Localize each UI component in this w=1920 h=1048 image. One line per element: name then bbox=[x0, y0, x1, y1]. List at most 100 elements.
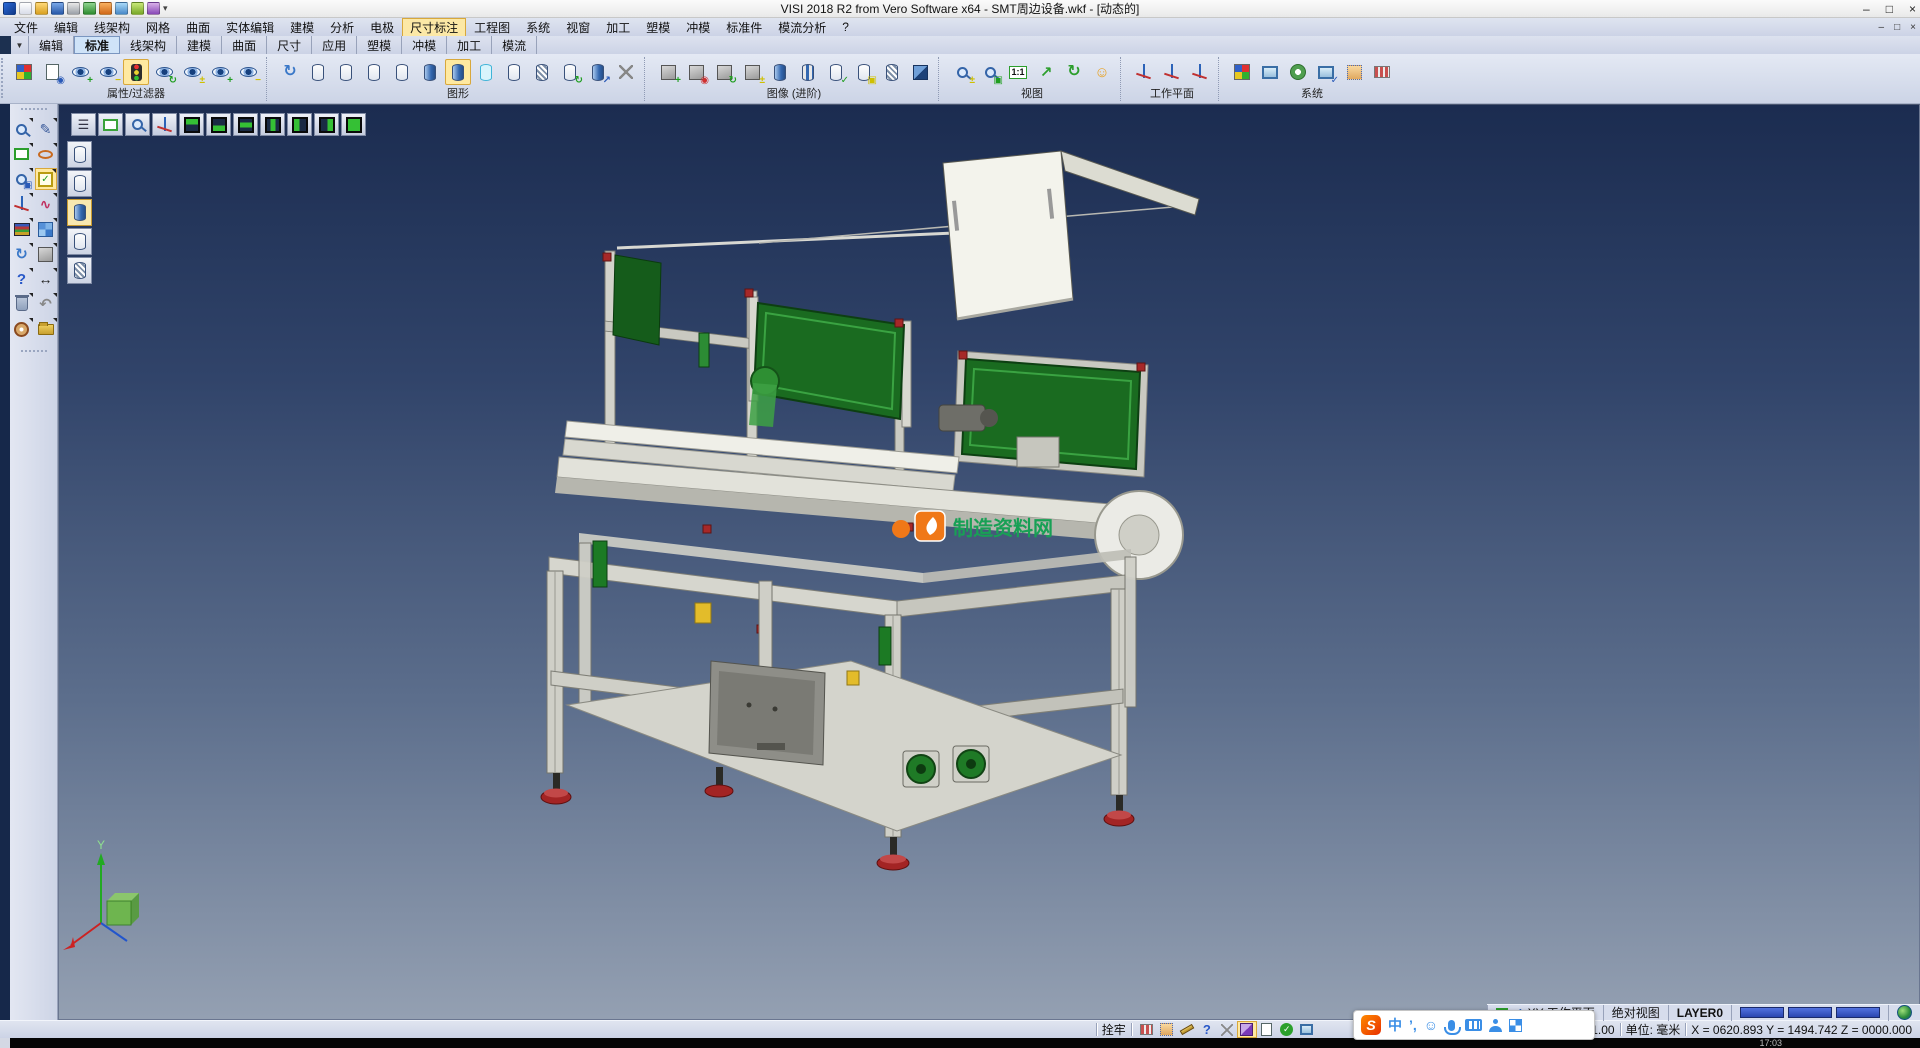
key-icon[interactable] bbox=[1177, 1021, 1197, 1038]
menu-flow-analysis[interactable]: 模流分析 bbox=[770, 18, 834, 37]
show-all-icon[interactable]: + bbox=[207, 59, 233, 85]
zoom-solid-icon[interactable]: ▣ bbox=[11, 168, 33, 190]
menu-file[interactable]: 文件 bbox=[6, 18, 46, 37]
zoom-fit-icon[interactable]: ▣ bbox=[977, 59, 1003, 85]
workplane-axis-icon[interactable] bbox=[11, 193, 33, 215]
sogou-logo-icon[interactable]: S bbox=[1361, 1015, 1381, 1035]
menu-solid-edit[interactable]: 实体编辑 bbox=[218, 18, 282, 37]
plane-select-icon[interactable] bbox=[11, 143, 33, 165]
view-menu-icon[interactable]: ☰ bbox=[71, 113, 96, 136]
preview-page-icon[interactable]: ◉ bbox=[39, 59, 65, 85]
tab-dropdown-icon[interactable]: ▼ bbox=[11, 36, 29, 54]
refresh-visibility-icon[interactable]: ↻ bbox=[151, 59, 177, 85]
dashed-cylinder-icon[interactable] bbox=[361, 59, 387, 85]
tab-dimension[interactable]: 尺寸 bbox=[267, 36, 312, 54]
close-button[interactable]: × bbox=[1909, 2, 1916, 16]
menu-window[interactable]: 视窗 bbox=[558, 18, 598, 37]
attributes-palette-icon[interactable] bbox=[11, 59, 37, 85]
cylinder-page-icon[interactable]: ▣ bbox=[851, 59, 877, 85]
layers-palette-icon[interactable] bbox=[11, 218, 33, 240]
view-workplane-icon[interactable] bbox=[1187, 59, 1213, 85]
orbit-smiley-icon[interactable]: ☺ bbox=[1089, 59, 1115, 85]
ime-menu-grid-icon[interactable] bbox=[1509, 1019, 1522, 1032]
solid-regen-icon[interactable]: ↻ bbox=[711, 59, 737, 85]
menu-system[interactable]: 系统 bbox=[518, 18, 558, 37]
ucs-box-icon[interactable] bbox=[1237, 1021, 1257, 1038]
ime-account-icon[interactable] bbox=[1489, 1019, 1502, 1032]
menu-surface[interactable]: 曲面 bbox=[178, 18, 218, 37]
cylinder-check-icon[interactable]: ✓ bbox=[823, 59, 849, 85]
pick-entity-icon[interactable] bbox=[1157, 1021, 1177, 1038]
snap-settings-icon[interactable] bbox=[1217, 1021, 1237, 1038]
section-mode-icon[interactable] bbox=[67, 257, 92, 284]
tab-flow[interactable]: 模流 bbox=[492, 36, 537, 54]
tab-standard[interactable]: 标准 bbox=[74, 36, 120, 54]
hide-entities-icon[interactable]: − bbox=[95, 59, 121, 85]
menu-mesh[interactable]: 网格 bbox=[138, 18, 178, 37]
filter-traffic-light-icon[interactable] bbox=[123, 59, 149, 85]
validate-checkbox-icon[interactable]: ✓ bbox=[35, 168, 57, 190]
wireframe-mode-icon[interactable] bbox=[67, 170, 92, 197]
lock-label[interactable]: 拴牢 bbox=[1102, 1021, 1126, 1038]
regen-icon[interactable]: ↻ bbox=[277, 59, 303, 85]
cube-front-view-icon[interactable] bbox=[260, 113, 285, 136]
layout-grid-icon[interactable] bbox=[1297, 1021, 1317, 1038]
layer-segment[interactable]: LAYER0 bbox=[1668, 1005, 1731, 1021]
entity-workplane-icon[interactable] bbox=[1159, 59, 1185, 85]
cube-shaded-icon[interactable] bbox=[907, 59, 933, 85]
hide-all-icon[interactable]: − bbox=[235, 59, 261, 85]
triad-icon[interactable] bbox=[152, 113, 177, 136]
menu-standard-parts[interactable]: 标准件 bbox=[718, 18, 770, 37]
query-icon[interactable]: ? bbox=[1197, 1021, 1217, 1038]
solid-filter-icon[interactable]: ◉ bbox=[683, 59, 709, 85]
render-tools-icon[interactable] bbox=[613, 59, 639, 85]
tab-machining[interactable]: 加工 bbox=[447, 36, 492, 54]
color-swatch[interactable] bbox=[1788, 1007, 1832, 1018]
fit-plane-icon[interactable] bbox=[98, 113, 123, 136]
cube-bottom-view-icon[interactable] bbox=[206, 113, 231, 136]
transparent-cylinder-icon[interactable] bbox=[473, 59, 499, 85]
cube-left-view-icon[interactable] bbox=[287, 113, 312, 136]
cube-iso-view-icon[interactable] bbox=[341, 113, 366, 136]
zoom-1-1-icon[interactable]: 1:1 bbox=[1005, 59, 1031, 85]
sheet-icon[interactable] bbox=[1257, 1021, 1277, 1038]
color-swatch[interactable] bbox=[1740, 1007, 1784, 1018]
hidden-line-cylinder-icon[interactable] bbox=[333, 59, 359, 85]
show-entities-icon[interactable]: + bbox=[67, 59, 93, 85]
pan-arrow-icon[interactable]: ↗ bbox=[1033, 59, 1059, 85]
menu-mould[interactable]: 塑模 bbox=[638, 18, 678, 37]
menu-help[interactable]: ? bbox=[834, 19, 857, 35]
mdi-close-button[interactable]: × bbox=[1910, 22, 1916, 33]
zoom-inout-icon[interactable]: ± bbox=[949, 59, 975, 85]
cube-right-view-icon[interactable] bbox=[314, 113, 339, 136]
settings-wheel-icon[interactable] bbox=[1285, 59, 1311, 85]
menu-electrode[interactable]: 电极 bbox=[362, 18, 402, 37]
menu-edit[interactable]: 编辑 bbox=[46, 18, 86, 37]
ime-punct-icon[interactable]: ’, bbox=[1409, 1018, 1417, 1032]
solid-show-icon[interactable]: + bbox=[655, 59, 681, 85]
plot-grid-icon[interactable] bbox=[1369, 59, 1395, 85]
hatched-cylinder-icon[interactable] bbox=[529, 59, 555, 85]
cylinder-wire-icon[interactable] bbox=[879, 59, 905, 85]
cube-back-view-icon[interactable] bbox=[233, 113, 258, 136]
menu-wireframe[interactable]: 线架构 bbox=[86, 18, 138, 37]
recycle-cylinder-icon[interactable]: ↻ bbox=[557, 59, 583, 85]
update-cylinder-icon[interactable]: ↗ bbox=[585, 59, 611, 85]
toggle-visibility-icon[interactable]: ± bbox=[179, 59, 205, 85]
refresh-icon[interactable]: ↻ bbox=[11, 243, 33, 265]
helm-config-icon[interactable] bbox=[11, 318, 33, 340]
zoom-select-icon[interactable] bbox=[11, 118, 33, 140]
ime-emoji-icon[interactable]: ☺ bbox=[1424, 1018, 1438, 1032]
tab-wireframe[interactable]: 线架构 bbox=[120, 36, 177, 54]
sketch-curve-icon[interactable]: ∿ bbox=[35, 193, 57, 215]
mdi-restore-button[interactable]: □ bbox=[1894, 22, 1900, 33]
menu-dimension[interactable]: 尺寸标注 bbox=[402, 18, 466, 37]
edit-tools-icon[interactable]: ✎ bbox=[35, 118, 57, 140]
undo-icon[interactable]: ↶ bbox=[35, 293, 57, 315]
shaded-edges-cylinder-icon[interactable] bbox=[445, 59, 471, 85]
view-mode-segment[interactable]: 绝对视图 bbox=[1603, 1005, 1668, 1021]
tab-edit[interactable]: 编辑 bbox=[29, 36, 74, 54]
ime-keyboard-icon[interactable] bbox=[1465, 1019, 1482, 1031]
smt-machine-model[interactable]: 制造资料网 Y bbox=[59, 105, 1920, 1020]
shaded-mode-icon[interactable] bbox=[67, 199, 92, 226]
